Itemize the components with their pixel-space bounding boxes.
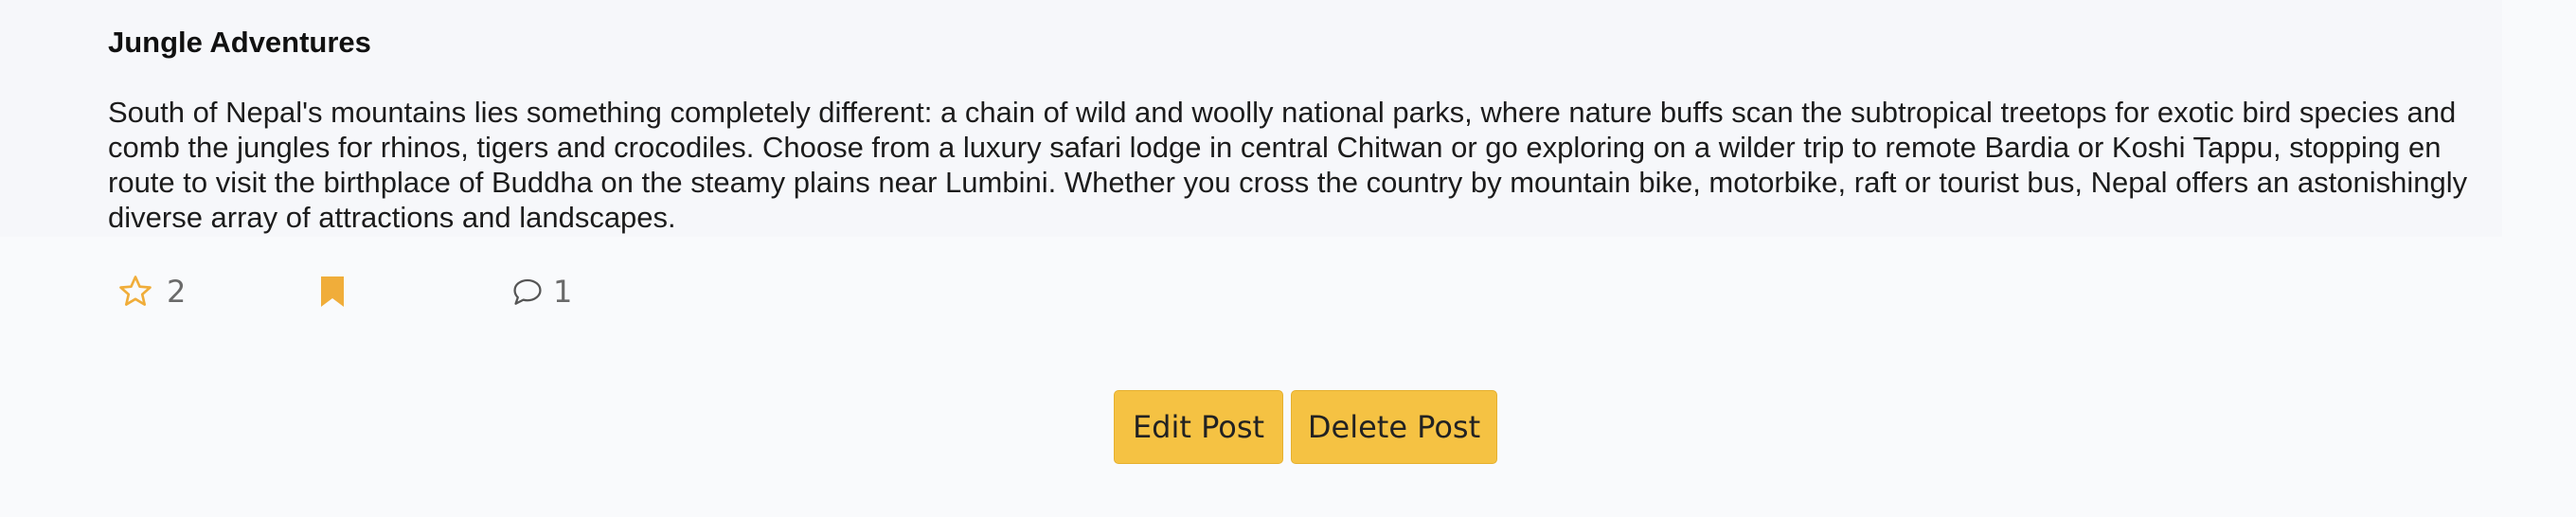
post-card: Jungle Adventures South of Nepal's mount…	[0, 0, 2502, 237]
star-count: 2	[167, 274, 187, 310]
post-body: South of Nepal's mountains lies somethin…	[108, 96, 2468, 234]
comment-icon	[511, 276, 544, 307]
edit-post-button[interactable]: Edit Post	[1114, 390, 1283, 464]
bookmark-icon	[320, 276, 345, 308]
star-button[interactable]: 2	[117, 271, 186, 312]
post-title: Jungle Adventures	[108, 26, 371, 59]
post-actions: 2 1	[117, 271, 686, 312]
delete-post-button[interactable]: Delete Post	[1291, 390, 1497, 464]
comment-count: 1	[553, 274, 573, 310]
star-icon	[117, 275, 153, 309]
comment-button[interactable]: 1	[511, 271, 572, 312]
bookmark-button[interactable]	[320, 271, 345, 312]
